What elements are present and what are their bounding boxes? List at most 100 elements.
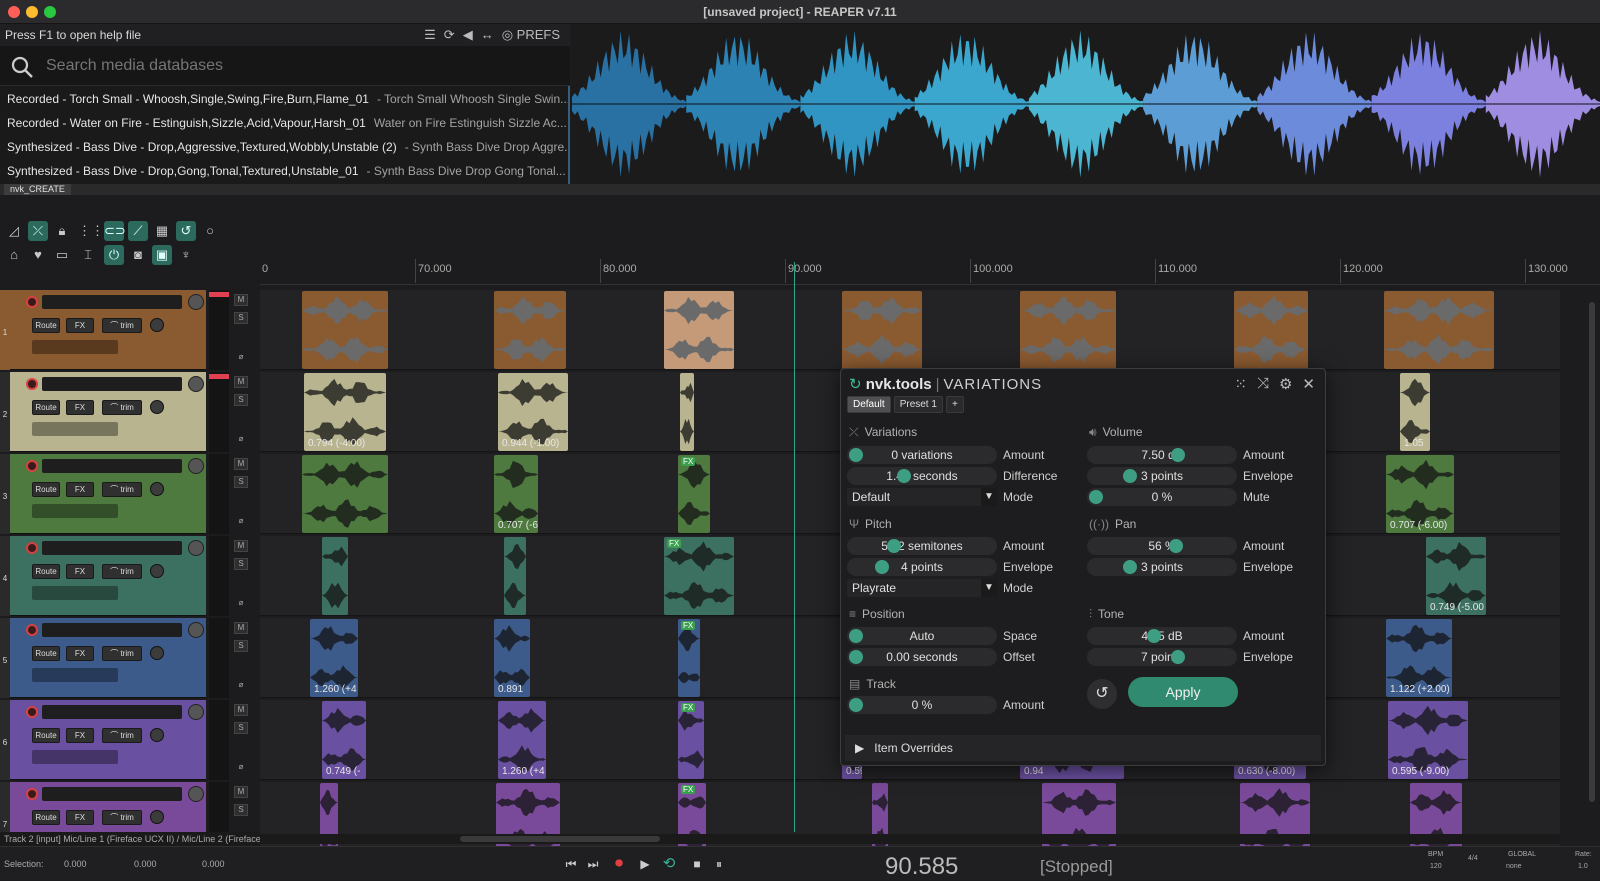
media-item[interactable]: 0.891: [494, 619, 530, 697]
volume-envelope-slider[interactable]: 3 points: [1087, 467, 1237, 485]
trim-button[interactable]: ⌒ trim: [102, 564, 142, 579]
slider-handle[interactable]: [849, 650, 863, 664]
fx-button[interactable]: FX: [66, 564, 94, 579]
slider-handle[interactable]: [849, 698, 863, 712]
media-item[interactable]: [680, 373, 694, 451]
position-space-slider[interactable]: Auto: [847, 627, 997, 645]
slider-handle[interactable]: [849, 629, 863, 643]
mute-button[interactable]: M: [234, 704, 248, 716]
list-icon[interactable]: ☰: [424, 27, 436, 43]
media-item[interactable]: 1.122 (+2.00): [1386, 619, 1452, 697]
media-item[interactable]: FX: [678, 619, 700, 697]
record-arm-button[interactable]: [26, 624, 38, 636]
phase-icon[interactable]: ⌀: [234, 516, 248, 528]
record-button[interactable]: ⏺: [610, 855, 628, 873]
route-button[interactable]: Route: [32, 646, 60, 661]
metronome-icon[interactable]: ◿: [4, 221, 24, 241]
pan-knob[interactable]: [150, 564, 164, 578]
slider-handle[interactable]: [897, 469, 911, 483]
track-control-panel[interactable]: Route FX ⌒ trim: [10, 536, 206, 616]
render-icon[interactable]: ▣: [152, 245, 172, 265]
fx-badge[interactable]: FX: [681, 703, 696, 712]
media-item[interactable]: 0.707 (-6.00): [1386, 455, 1454, 533]
media-item[interactable]: 1.05: [1400, 373, 1430, 451]
variations-difference-slider[interactable]: 1.40 seconds: [847, 467, 997, 485]
home-icon[interactable]: ⌂: [4, 245, 24, 265]
selection-end[interactable]: 0.000: [134, 859, 157, 869]
power-icon[interactable]: ⏻: [104, 245, 124, 265]
speaker-icon[interactable]: ◀: [463, 27, 473, 43]
media-item[interactable]: 0.794 (-4.00): [304, 373, 386, 451]
media-item[interactable]: 1.260 (+4: [310, 619, 358, 697]
media-item[interactable]: 0.707 (-6: [494, 455, 538, 533]
media-item[interactable]: 1.260 (+4: [498, 701, 546, 779]
refresh-icon[interactable]: ⟳: [444, 27, 455, 43]
trim-button[interactable]: ⌒ trim: [102, 810, 142, 825]
snap-grid-icon[interactable]: ▦: [152, 221, 172, 241]
solo-button[interactable]: S: [234, 558, 248, 570]
track-name-field[interactable]: [42, 377, 182, 391]
reset-button[interactable]: ↺: [1087, 679, 1117, 709]
media-item[interactable]: FX: [664, 537, 734, 615]
link-icon[interactable]: ⊂⊃: [104, 221, 126, 241]
fx-button[interactable]: FX: [66, 318, 94, 333]
mute-button[interactable]: M: [234, 622, 248, 634]
fx-badge[interactable]: FX: [667, 539, 682, 548]
volume-amount-slider[interactable]: 7.50 dB: [1087, 446, 1237, 464]
route-button[interactable]: Route: [32, 564, 60, 579]
phase-icon[interactable]: ⌀: [234, 762, 248, 774]
mic-icon[interactable]: ♆: [176, 245, 196, 265]
mute-button[interactable]: M: [234, 540, 248, 552]
volume-knob[interactable]: [188, 786, 204, 802]
media-item[interactable]: [322, 537, 348, 615]
solo-button[interactable]: S: [234, 804, 248, 816]
circle-icon[interactable]: ○: [200, 221, 220, 241]
envelope-icon[interactable]: ⟋: [128, 221, 148, 241]
media-item[interactable]: 0.749 (-5.00: [1426, 537, 1486, 615]
pitch-mode-select[interactable]: Playrate ▼: [847, 579, 997, 597]
fx-button[interactable]: FX: [66, 810, 94, 825]
route-button[interactable]: Route: [32, 400, 60, 415]
trim-button[interactable]: ⌒ trim: [102, 646, 142, 661]
tone-amount-slider[interactable]: 4.95 dB: [1087, 627, 1237, 645]
repeat-button[interactable]: ⟲: [660, 855, 678, 873]
media-item[interactable]: [504, 537, 526, 615]
vertical-scrollbar[interactable]: [1586, 290, 1598, 830]
pan-envelope-slider[interactable]: 3 points: [1087, 558, 1237, 576]
media-item[interactable]: [494, 291, 566, 369]
loop-icon[interactable]: ↺: [176, 221, 196, 241]
phase-icon[interactable]: ⌀: [234, 352, 248, 364]
slider-handle[interactable]: [1123, 560, 1137, 574]
position-offset-slider[interactable]: 0.00 seconds: [847, 648, 997, 666]
pan-knob[interactable]: [150, 728, 164, 742]
dock-tab[interactable]: nvk_CREATE: [4, 184, 71, 195]
media-item[interactable]: FX: [678, 455, 710, 533]
phase-icon[interactable]: ⌀: [234, 434, 248, 446]
media-item[interactable]: [842, 291, 922, 369]
variations-amount-slider[interactable]: 0 variations: [847, 446, 997, 464]
selection-length[interactable]: 0.000: [202, 859, 225, 869]
track-control-panel[interactable]: Route FX ⌒ trim: [10, 700, 206, 780]
pan-knob[interactable]: [150, 318, 164, 332]
select-icon[interactable]: ⌶: [78, 245, 98, 265]
media-item[interactable]: [664, 291, 734, 369]
fit-width-icon[interactable]: ↔: [481, 27, 494, 43]
track-name-field[interactable]: [42, 459, 182, 473]
volume-knob[interactable]: [188, 376, 204, 392]
trim-button[interactable]: ⌒ trim: [102, 318, 142, 333]
list-item[interactable]: Recorded - Water on Fire - Estinguish,Si…: [0, 110, 568, 134]
pan-knob[interactable]: [150, 646, 164, 660]
go-to-start-button[interactable]: ⏮: [562, 855, 580, 873]
media-item[interactable]: 0.595 (-9.00): [1388, 701, 1468, 779]
camera-icon[interactable]: ◙: [128, 245, 148, 265]
record-arm-button[interactable]: [26, 460, 38, 472]
track-name-field[interactable]: [42, 787, 182, 801]
random-icon[interactable]: ⤨: [1257, 375, 1269, 393]
record-arm-button[interactable]: [26, 706, 38, 718]
media-item[interactable]: [302, 455, 388, 533]
selection-start[interactable]: 0.000: [64, 859, 87, 869]
fx-button[interactable]: FX: [66, 646, 94, 661]
track-control-panel[interactable]: Route FX ⌒ trim: [10, 290, 206, 370]
solo-button[interactable]: S: [234, 722, 248, 734]
tab-default[interactable]: Default: [847, 396, 891, 413]
